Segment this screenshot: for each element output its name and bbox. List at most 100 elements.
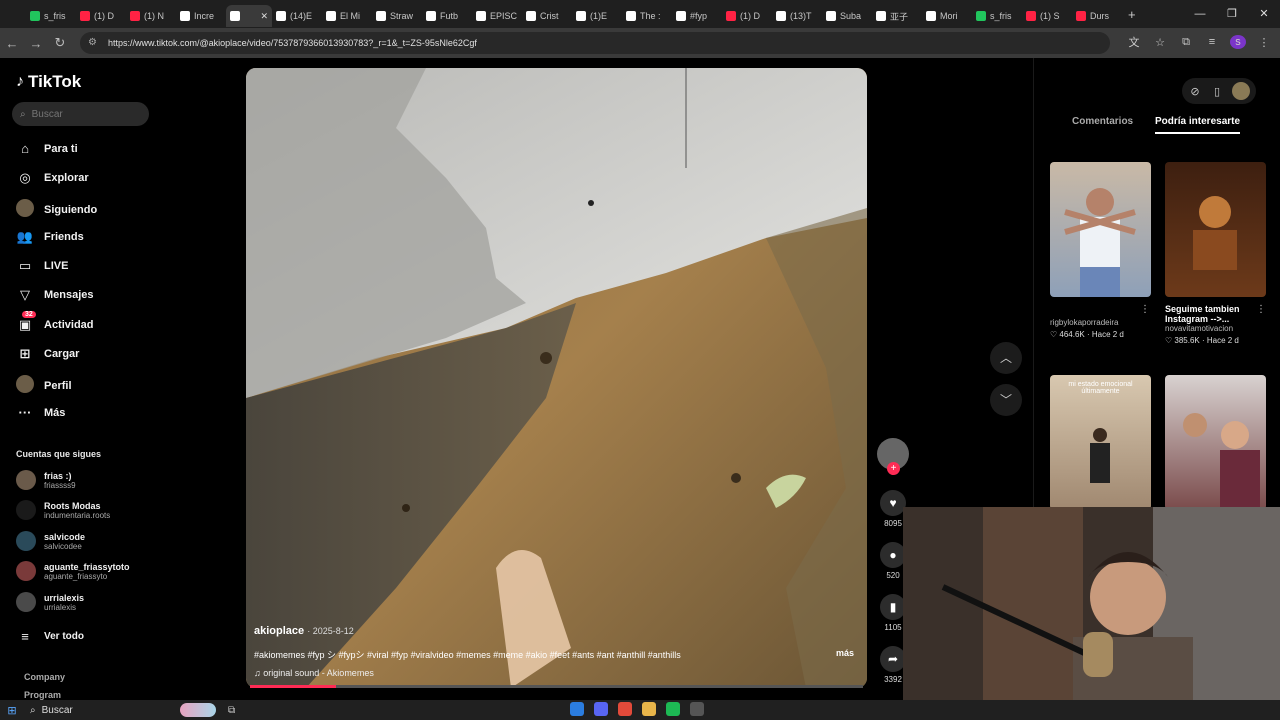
footer-program[interactable]: Program [24,690,61,700]
discord-icon[interactable] [594,702,608,716]
suggestion-1-menu-icon[interactable]: ⋮ [1140,304,1150,315]
tiktok-logo[interactable]: ♪ TikTok [16,72,81,92]
sidebar-search[interactable]: ⌕ [12,102,149,126]
messages-icon: ▽ [20,287,30,302]
browser-tab[interactable]: Crist [522,5,572,27]
suggestion-author-1[interactable]: rigbylokaporradeira [1050,318,1151,327]
restore-icon[interactable]: ❐ [1216,0,1248,28]
profile-icon[interactable]: s [1230,35,1246,49]
minimize-icon[interactable]: — [1184,0,1216,28]
video-author[interactable]: akioplace [254,625,304,637]
video-player[interactable] [246,68,867,688]
suggestion-2-menu-icon[interactable]: ⋮ [1256,304,1266,315]
browser-tab[interactable]: (1) D [76,5,126,27]
browser-tab[interactable]: (1) D [722,5,772,27]
close-tab-icon[interactable]: ✕ [260,11,268,22]
avatar [16,531,36,551]
suggestion-thumb-3[interactable]: mi estado emocional últimamente [1050,375,1151,510]
media-icon[interactable]: ≡ [1204,36,1220,48]
spotify-icon[interactable] [666,702,680,716]
browser-tab[interactable]: #fyp [672,5,722,27]
close-window-icon[interactable]: ✕ [1248,0,1280,28]
forward-icon[interactable]: → [24,36,48,51]
avatar [16,500,36,520]
browser-tab[interactable]: ✕ [226,5,272,27]
sidebar-item-live[interactable]: ▭ LIVE [16,258,69,274]
edge-icon[interactable] [570,702,584,716]
browser-tab[interactable]: Suba [822,5,872,27]
coins-icon[interactable]: ⊘ [1188,85,1202,98]
browser-tab[interactable]: Durs [1072,5,1122,27]
suggestion-author-2[interactable]: novavitamotivacion [1165,324,1260,333]
browser-tab[interactable]: EPISC [472,5,522,27]
browser-tab[interactable]: (1) N [126,5,176,27]
browser-tab[interactable]: Straw [372,5,422,27]
video-progress-bar[interactable] [250,685,863,688]
tab-favicon-icon [1026,11,1036,21]
footer-company[interactable]: Company [24,672,65,682]
sidebar-item-friends[interactable]: 👥 Friends [16,229,84,245]
tab-comentarios[interactable]: Comentarios [1072,116,1133,127]
browser-tab[interactable]: 亚子 [872,5,922,27]
follow-plus-icon[interactable]: + [887,462,900,475]
windows-start-icon[interactable]: ⊞ [0,704,24,717]
sidebar-item-mensajes[interactable]: ▽ Mensajes [16,287,94,303]
following-account[interactable]: salvicode salvicodee [16,531,85,551]
browser-tab[interactable]: (1) S [1022,5,1072,27]
menu-kebab-icon[interactable]: ⋮ [1256,36,1272,49]
sidebar-item-para-ti[interactable]: ⌂ Para ti [16,141,78,156]
suggestion-thumb-4[interactable] [1165,375,1266,510]
following-account[interactable]: Roots Modas indumentaria.roots [16,500,110,520]
suggestion-thumb-2[interactable] [1165,162,1266,297]
obs-icon[interactable] [690,702,704,716]
browser-tab[interactable]: s_fris [972,5,1022,27]
browser-tab[interactable]: (13)T [772,5,822,27]
translate-icon[interactable]: 文 [1126,34,1142,50]
browser-tab[interactable]: El Mi [322,5,372,27]
tab-favicon-icon [626,11,636,21]
sidebar-item-explorar[interactable]: ◎ Explorar [16,170,88,186]
sidebar-item-cargar[interactable]: ⊞ Cargar [16,346,80,362]
reload-icon[interactable]: ↻ [48,35,72,51]
taskbar-widget-icon[interactable] [180,703,216,717]
extensions-icon[interactable]: ⧉ [1178,36,1194,49]
more-link[interactable]: más [836,648,854,658]
browser-tab[interactable]: The : [622,5,672,27]
browser-tab[interactable]: Futb [422,5,472,27]
bookmark-star-icon[interactable]: ☆ [1152,36,1168,49]
sidebar-item-perfil[interactable]: Perfil [16,375,72,396]
creator-avatar[interactable]: + [876,438,910,475]
next-video-button[interactable]: ﹀ [990,384,1022,416]
following-account[interactable]: urrialexis urrialexis [16,592,84,612]
browser-tab[interactable]: Mori [922,5,972,27]
video-sound[interactable]: ♫ original sound - Akiomemes [254,668,374,678]
sidebar-item-label: LIVE [44,260,69,272]
device-icon[interactable]: ▯ [1210,85,1224,98]
file-explorer-icon[interactable] [642,702,656,716]
previous-video-button[interactable]: ︿ [990,342,1022,374]
suggestion-thumb-1[interactable] [1050,162,1151,297]
tab-podria-interesarte[interactable]: Podría interesarte [1155,116,1241,134]
taskbar-search[interactable]: ⌕ Buscar [24,705,194,716]
browser-tab[interactable]: Incre [176,5,226,27]
see-all-link[interactable]: ≡ Ver todo [16,629,84,644]
browser-tab[interactable]: (14)E [272,5,322,27]
following-account[interactable]: frias :) friassss9 [16,470,76,490]
user-avatar[interactable] [1232,82,1250,100]
following-account[interactable]: aguante_friassytoto aguante_friassyto [16,561,130,581]
back-icon[interactable]: ← [0,36,24,51]
chrome-icon[interactable] [618,702,632,716]
browser-tab[interactable]: (1)E [572,5,622,27]
site-info-icon[interactable]: ⚙ [88,37,100,49]
suggestion-meta-2: Seguime tambien Instagram -->... novavit… [1165,304,1260,345]
sidebar-item-m-s[interactable]: ··· Más [16,405,66,420]
tab-favicon-icon [180,11,190,21]
url-bar[interactable]: ⚙ https://www.tiktok.com/@akioplace/vide… [80,32,1110,54]
search-input[interactable] [31,108,132,120]
new-tab-button[interactable]: + [1128,7,1136,22]
browser-tab[interactable]: s_fris [26,5,76,27]
sidebar-item-siguiendo[interactable]: Siguiendo [16,199,97,220]
sidebar-item-actividad[interactable]: ▣ 32 Actividad [16,311,94,333]
task-view-icon[interactable]: ⧉ [228,705,235,716]
tab-label: El Mi [340,11,360,21]
